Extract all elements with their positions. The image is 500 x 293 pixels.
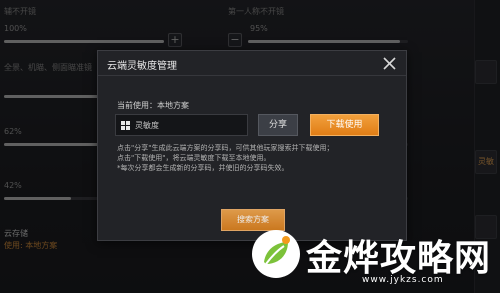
watermark-brand: 金烨攻略网 — [306, 238, 492, 279]
share-button[interactable]: 分享 — [258, 114, 298, 136]
grid-icon — [121, 121, 130, 130]
current-plan-text: 当前使用：本地方案 — [117, 101, 189, 110]
description-line: 点击"分享"生成此云端方案的分享码，可供其他玩家搜索并下载使用； — [117, 144, 334, 152]
watermark-url: www.jykzs.com — [362, 275, 444, 285]
description-line: *每次分享都会生成新的分享码，并使旧的分享码失效。 — [117, 164, 289, 172]
dialog-header: 云端灵敏度管理 — [98, 51, 406, 76]
plan-name-field: 灵敏度 — [115, 114, 248, 136]
download-use-button[interactable]: 下载使用 — [310, 114, 379, 136]
plan-name-value: 灵敏度 — [135, 121, 159, 130]
close-icon[interactable] — [383, 57, 396, 70]
dialog-body: 当前使用：本地方案 灵敏度 分享 下载使用 点击"分享"生成此云端方案的分享码，… — [98, 77, 406, 240]
watermark-logo-icon — [252, 230, 300, 278]
dialog-title: 云端灵敏度管理 — [107, 61, 177, 72]
cloud-sensitivity-dialog: 云端灵敏度管理 当前使用：本地方案 灵敏度 分享 下载使用 点击"分享"生成此云… — [97, 50, 407, 241]
description-line: 点击"下载使用"，将云端灵敏度下载至本地使用。 — [117, 154, 271, 162]
description-text: 点击"分享"生成此云端方案的分享码，可供其他玩家搜索并下载使用； 点击"下载使用… — [117, 143, 392, 173]
